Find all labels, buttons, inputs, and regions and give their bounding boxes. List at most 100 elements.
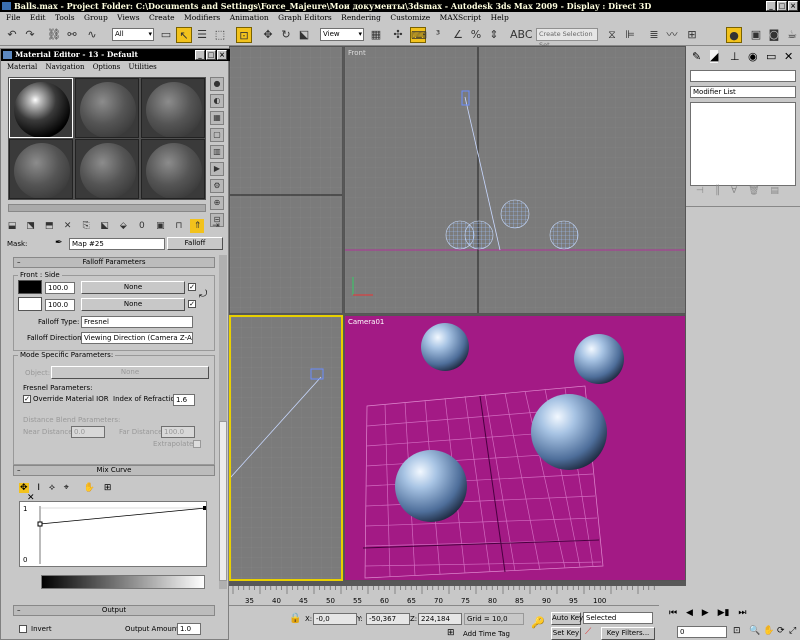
camera-viewport-label[interactable]: Camera01 bbox=[348, 318, 384, 326]
pan-icon[interactable]: ✋ bbox=[763, 626, 774, 636]
menu-tools[interactable]: Tools bbox=[55, 13, 75, 22]
front-map-button[interactable]: None bbox=[81, 281, 185, 294]
menu-help[interactable]: Help bbox=[491, 13, 509, 22]
orbit-icon[interactable]: ⟳ bbox=[777, 626, 785, 636]
pick-material-icon[interactable]: ✒ bbox=[55, 238, 63, 248]
modifier-list-select[interactable]: Modifier List bbox=[690, 86, 796, 98]
zoom-curve-icon[interactable]: ⊞ bbox=[104, 483, 112, 493]
me-menu-material[interactable]: Material bbox=[7, 63, 37, 71]
background-icon[interactable]: ▦ bbox=[210, 111, 224, 125]
left-viewport[interactable] bbox=[229, 315, 343, 581]
menu-animation[interactable]: Animation bbox=[230, 13, 269, 22]
sample-slot-5[interactable] bbox=[75, 139, 139, 199]
near-distance-spinner[interactable]: 0.0 bbox=[71, 426, 105, 438]
go-forward-sibling-icon[interactable]: ⇥ bbox=[209, 219, 223, 233]
front-viewport[interactable]: Front bbox=[344, 46, 686, 314]
object-name-field[interactable] bbox=[690, 70, 796, 82]
configure-sets-icon[interactable]: ▤ bbox=[770, 186, 779, 196]
material-effects-channel-icon[interactable]: 0 bbox=[135, 219, 149, 233]
select-object-icon[interactable]: ▭ bbox=[158, 27, 174, 43]
menu-group[interactable]: Group bbox=[84, 13, 108, 22]
select-by-material-icon[interactable]: ⊕ bbox=[210, 196, 224, 210]
show-end-result-icon[interactable]: ⊓ bbox=[172, 219, 186, 233]
object-pick-button[interactable]: None bbox=[51, 366, 209, 379]
prev-frame-icon[interactable]: ◀ bbox=[686, 608, 693, 618]
menu-modifiers[interactable]: Modifiers bbox=[184, 13, 220, 22]
maximize-viewport-icon[interactable]: ⤢ bbox=[789, 626, 796, 636]
map-name-field[interactable]: Map #25 bbox=[69, 238, 165, 250]
add-point-icon[interactable]: ⟡ bbox=[49, 483, 55, 493]
remove-modifier-icon[interactable]: 🗑 bbox=[748, 186, 759, 196]
named-selection-input[interactable]: Create Selection Set bbox=[536, 28, 598, 49]
side-color-swatch[interactable] bbox=[18, 297, 42, 311]
front-color-swatch[interactable] bbox=[18, 280, 42, 294]
copy-material-icon[interactable]: ⎘ bbox=[79, 219, 93, 233]
utilities-tab-icon[interactable]: ✕ bbox=[784, 50, 793, 63]
window-crossing-icon[interactable]: ⊡ bbox=[236, 27, 252, 43]
set-key-button[interactable]: Set Key bbox=[551, 627, 581, 640]
schematic-view-icon[interactable]: ⊞ bbox=[684, 27, 700, 43]
add-bezier-icon[interactable]: ⌖ bbox=[64, 483, 69, 493]
spinner-snap-icon[interactable]: ⇕ bbox=[486, 27, 502, 43]
go-to-parent-icon[interactable]: ⇑ bbox=[190, 219, 205, 233]
menu-maxscript[interactable]: MAXScript bbox=[440, 13, 482, 22]
select-by-name-icon[interactable]: ☰ bbox=[194, 27, 210, 43]
assign-to-selection-icon[interactable]: ⬒ bbox=[42, 219, 56, 233]
menu-rendering[interactable]: Rendering bbox=[341, 13, 381, 22]
front-amount-spinner[interactable]: 100.0 bbox=[45, 282, 75, 294]
sample-slot-3[interactable] bbox=[141, 78, 205, 138]
show-map-in-viewport-icon[interactable]: ▣ bbox=[153, 219, 167, 233]
go-to-end-icon[interactable]: ⏭ bbox=[738, 608, 746, 618]
me-menu-utilities[interactable]: Utilities bbox=[129, 63, 157, 71]
ior-spinner[interactable]: 1.6 bbox=[173, 394, 195, 406]
current-frame-field[interactable]: 0 bbox=[677, 626, 727, 638]
backlight-icon[interactable]: ◐ bbox=[210, 94, 224, 108]
scale-point-icon[interactable]: I bbox=[37, 483, 40, 493]
modifier-stack[interactable] bbox=[690, 102, 796, 186]
render-setup-icon[interactable]: ▣ bbox=[748, 27, 764, 43]
scale-icon[interactable]: ⬕ bbox=[296, 27, 312, 43]
ref-coord-select[interactable]: View bbox=[320, 28, 364, 41]
make-unique-icon[interactable]: ⬕ bbox=[98, 219, 112, 233]
align-icon[interactable]: ⊫ bbox=[622, 27, 638, 43]
menu-customize[interactable]: Customize bbox=[390, 13, 430, 22]
link-icon[interactable]: ⛓ bbox=[46, 27, 62, 43]
percent-snap-icon[interactable]: % bbox=[468, 27, 484, 43]
me-minimize-button[interactable]: _ bbox=[195, 50, 205, 60]
menu-views[interactable]: Views bbox=[117, 13, 139, 22]
auto-key-button[interactable]: Auto Key bbox=[551, 612, 583, 625]
angle-snap-icon[interactable]: ∠ bbox=[450, 27, 466, 43]
y-coord-field[interactable]: -50,367 bbox=[366, 613, 410, 625]
undo-icon[interactable]: ↶ bbox=[4, 27, 20, 43]
next-frame-icon[interactable]: ▶▮ bbox=[718, 608, 730, 618]
reset-map-icon[interactable]: ✕ bbox=[61, 219, 75, 233]
render-frame-icon[interactable]: ◙ bbox=[766, 27, 782, 43]
mix-curve-rollout[interactable]: – Mix Curve bbox=[13, 465, 215, 476]
lock-selection-icon[interactable]: 🔒 bbox=[289, 613, 301, 624]
falloff-direction-select[interactable]: Viewing Direction (Camera Z-Axis) bbox=[81, 332, 193, 344]
front-map-checkbox[interactable]: ✓ bbox=[188, 283, 196, 291]
sample-type-icon[interactable]: ● bbox=[210, 77, 224, 91]
menu-graph-editors[interactable]: Graph Editors bbox=[278, 13, 332, 22]
pin-stack-icon[interactable]: ⊣ bbox=[696, 186, 704, 196]
map-type-button[interactable]: Falloff bbox=[167, 237, 223, 250]
unlink-icon[interactable]: ⚯ bbox=[64, 27, 80, 43]
invert-checkbox[interactable] bbox=[19, 625, 27, 633]
selection-filter-select[interactable]: All bbox=[112, 28, 154, 41]
close-button[interactable]: × bbox=[788, 1, 798, 11]
rotate-icon[interactable]: ↻ bbox=[278, 27, 294, 43]
put-to-scene-icon[interactable]: ⬔ bbox=[24, 219, 38, 233]
side-amount-spinner[interactable]: 100.0 bbox=[45, 299, 75, 311]
falloff-params-rollout[interactable]: – Falloff Parameters bbox=[13, 257, 215, 268]
far-distance-spinner[interactable]: 100.0 bbox=[161, 426, 195, 438]
override-ior-checkbox[interactable]: ✓ bbox=[23, 395, 31, 403]
create-tab-icon[interactable]: ✎ bbox=[692, 50, 701, 63]
falloff-type-select[interactable]: Fresnel bbox=[81, 316, 193, 328]
timeline[interactable]: 35 40 45 50 55 60 65 70 75 80 85 90 95 1… bbox=[229, 586, 660, 606]
move-point-icon[interactable]: ✥ bbox=[19, 483, 29, 493]
motion-tab-icon[interactable]: ◉ bbox=[748, 50, 758, 63]
side-map-checkbox[interactable]: ✓ bbox=[188, 300, 196, 308]
side-map-button[interactable]: None bbox=[81, 298, 185, 311]
key-filters-button[interactable]: Key Filters... bbox=[601, 627, 655, 640]
extrapolate-checkbox[interactable] bbox=[193, 440, 201, 448]
